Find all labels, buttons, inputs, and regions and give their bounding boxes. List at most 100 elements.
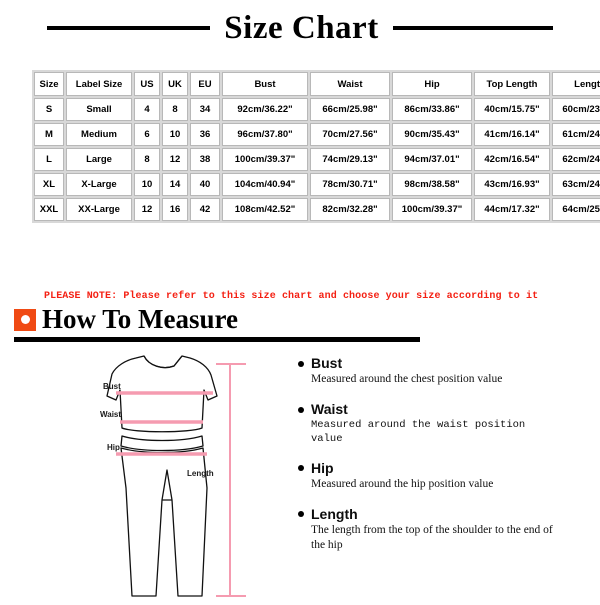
- cell-label-size: Large: [66, 148, 132, 171]
- cell-bust: 108cm/42.52": [222, 198, 308, 221]
- how-to-measure-underline: [14, 337, 420, 342]
- cell-eu: 36: [190, 123, 220, 146]
- cell-bust: 96cm/37.80": [222, 123, 308, 146]
- cell-label-size: Medium: [66, 123, 132, 146]
- table-row: S Small 4 8 34 92cm/36.22" 66cm/25.98" 8…: [34, 98, 600, 121]
- cell-top-length: 41cm/16.14": [474, 123, 550, 146]
- cell-size: XL: [34, 173, 64, 196]
- description-body: Measured around the hip position value: [311, 478, 494, 491]
- column-header-size: Size: [34, 72, 64, 96]
- description-body: The length from the top of the shoulder …: [311, 523, 553, 552]
- list-item: Waist Measured around the waist position…: [298, 400, 588, 447]
- cell-waist: 74cm/29.13": [310, 148, 390, 171]
- description-body: Measured around the waist position value: [311, 419, 526, 446]
- cell-label-size: X-Large: [66, 173, 132, 196]
- description-heading-length: Length: [298, 505, 588, 522]
- column-header-uk: UK: [162, 72, 188, 96]
- column-header-eu: EU: [190, 72, 220, 96]
- figure-label-waist: Waist: [100, 410, 122, 419]
- bullet-dot-icon: [298, 360, 304, 367]
- cell-top-length: 42cm/16.54": [474, 148, 550, 171]
- cell-hip: 100cm/39.37": [392, 198, 472, 221]
- list-item: Length The length from the top of the sh…: [298, 505, 588, 554]
- column-header-waist: Waist: [310, 72, 390, 96]
- cell-waist: 70cm/27.56": [310, 123, 390, 146]
- outfit-diagram-svg: [106, 355, 246, 597]
- description-title: Waist: [311, 400, 348, 417]
- table-row: XXL XX-Large 12 16 42 108cm/42.52" 82cm/…: [34, 198, 600, 221]
- column-header-us: US: [134, 72, 160, 96]
- cell-hip: 94cm/37.01": [392, 148, 472, 171]
- cell-waist: 66cm/25.98": [310, 98, 390, 121]
- cell-uk: 14: [162, 173, 188, 196]
- cell-waist: 78cm/30.71": [310, 173, 390, 196]
- cell-bust: 104cm/40.94": [222, 173, 308, 196]
- cell-uk: 8: [162, 98, 188, 121]
- size-chart-table: Size Label Size US UK EU Bust Waist Hip …: [32, 70, 600, 223]
- cell-uk: 16: [162, 198, 188, 221]
- cell-us: 4: [134, 98, 160, 121]
- cell-size: S: [34, 98, 64, 121]
- column-header-top-length: Top Length: [474, 72, 550, 96]
- figure-label-bust: Bust: [103, 382, 121, 391]
- description-heading-hip: Hip: [298, 460, 588, 476]
- please-note-text: PLEASE NOTE: Please refer to this size c…: [44, 291, 539, 302]
- description-heading-waist: Waist: [298, 400, 588, 417]
- title-rule-right: [392, 26, 553, 30]
- bullet-dot-icon: [298, 465, 304, 472]
- cell-length: 62cm/24.41": [552, 148, 600, 171]
- cell-uk: 12: [162, 148, 188, 171]
- bullet-dot-icon: [298, 511, 304, 518]
- table-row: L Large 8 12 38 100cm/39.37" 74cm/29.13"…: [34, 148, 600, 171]
- ring-bullet-icon: [14, 308, 36, 331]
- cell-eu: 40: [190, 173, 220, 196]
- cell-eu: 38: [190, 148, 220, 171]
- table-row: XL X-Large 10 14 40 104cm/40.94" 78cm/30…: [34, 173, 600, 196]
- column-header-label-size: Label Size: [66, 72, 132, 96]
- column-header-length: Length: [552, 72, 600, 96]
- cell-hip: 98cm/38.58": [392, 173, 472, 196]
- cell-length: 61cm/24.02": [552, 123, 600, 146]
- figure-label-length: Length: [187, 469, 214, 478]
- cell-size: L: [34, 148, 64, 171]
- cell-bust: 100cm/39.37": [222, 148, 308, 171]
- cell-us: 6: [134, 123, 160, 146]
- description-title: Length: [311, 505, 358, 522]
- cell-label-size: Small: [66, 98, 132, 121]
- cell-top-length: 44cm/17.32": [474, 198, 550, 221]
- page-title-row: Size Chart: [0, 6, 600, 50]
- bullet-dot-icon: [298, 406, 304, 413]
- column-header-bust: Bust: [222, 72, 308, 96]
- list-item: Bust Measured around the chest position …: [298, 355, 588, 388]
- cell-eu: 42: [190, 198, 220, 221]
- cell-top-length: 43cm/16.93": [474, 173, 550, 196]
- cell-us: 10: [134, 173, 160, 196]
- how-to-measure-title: How To Measure: [42, 304, 239, 334]
- cell-waist: 82cm/32.28": [310, 198, 390, 221]
- table-header-row: Size Label Size US UK EU Bust Waist Hip …: [34, 72, 600, 96]
- cell-hip: 86cm/33.86": [392, 98, 472, 121]
- size-chart-table-wrapper: Size Label Size US UK EU Bust Waist Hip …: [32, 70, 600, 223]
- cell-us: 12: [134, 198, 160, 221]
- cell-top-length: 40cm/15.75": [474, 98, 550, 121]
- cell-length: 64cm/25.20": [552, 198, 600, 221]
- description-heading-bust: Bust: [298, 355, 588, 371]
- cell-label-size: XX-Large: [66, 198, 132, 221]
- measurement-figure: Bust Waist Hip Length: [50, 350, 290, 600]
- cell-uk: 10: [162, 123, 188, 146]
- title-rule-left: [47, 26, 211, 30]
- figure-label-hip: Hip: [107, 443, 120, 452]
- table-row: M Medium 6 10 36 96cm/37.80" 70cm/27.56"…: [34, 123, 600, 146]
- page-title: Size Chart: [224, 9, 379, 46]
- cell-bust: 92cm/36.22": [222, 98, 308, 121]
- description-body: Measured around the chest position value: [311, 373, 503, 386]
- column-header-hip: Hip: [392, 72, 472, 96]
- how-to-measure-heading: How To Measure: [14, 306, 238, 333]
- cell-size: XXL: [34, 198, 64, 221]
- cell-hip: 90cm/35.43": [392, 123, 472, 146]
- description-title: Bust: [311, 355, 343, 371]
- length-measure-group: [216, 363, 246, 597]
- waistband: [120, 435, 204, 452]
- list-item: Hip Measured around the hip position val…: [298, 460, 588, 493]
- cell-us: 8: [134, 148, 160, 171]
